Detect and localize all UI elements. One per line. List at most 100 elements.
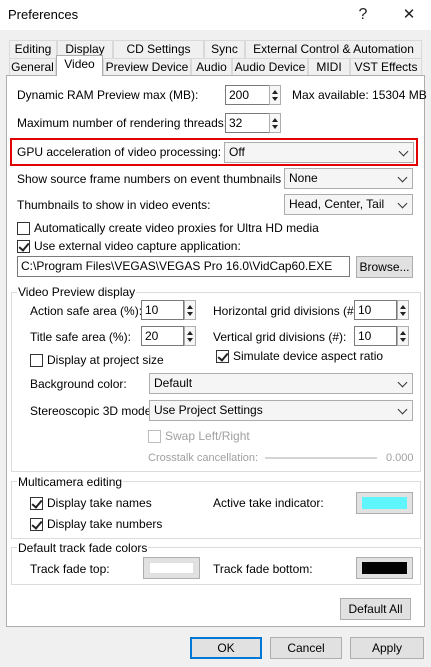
display-project-size-label: Display at project size xyxy=(47,353,164,367)
vgrid-label: Vertical grid divisions (#): xyxy=(213,330,347,344)
take-numbers-label: Display take numbers xyxy=(47,517,163,531)
help-button[interactable]: ? xyxy=(350,3,376,27)
multicam-group-title: Multicamera editing xyxy=(17,475,124,489)
close-button[interactable]: ✕ xyxy=(396,3,422,27)
take-names-label: Display take names xyxy=(47,496,152,510)
tab-audio-device[interactable]: Audio Device xyxy=(232,58,308,76)
ok-button[interactable]: OK xyxy=(190,637,262,659)
chevron-down-icon xyxy=(397,172,408,183)
spin-down-icon xyxy=(272,125,278,129)
vgrid-input[interactable]: 10 xyxy=(354,326,397,346)
take-names-checkbox[interactable] xyxy=(30,497,43,510)
source-frames-value: None xyxy=(289,171,318,185)
thumbnails-value: Head, Center, Tail xyxy=(289,197,385,211)
cancel-button[interactable]: Cancel xyxy=(270,637,342,659)
chevron-down-icon xyxy=(398,146,409,157)
capture-path-input[interactable]: C:\Program Files\VEGAS\VEGAS Pro 16.0\Vi… xyxy=(17,256,350,277)
title-safe-input[interactable]: 20 xyxy=(141,326,184,346)
max-available-label: Max available: 15304 MB xyxy=(292,88,427,102)
background-color-value: Default xyxy=(154,376,193,390)
ram-preview-spinner[interactable] xyxy=(269,85,281,105)
proxies-label: Automatically create video proxies for U… xyxy=(34,221,319,235)
threads-input[interactable]: 32 xyxy=(225,113,270,133)
active-take-label: Active take indicator: xyxy=(213,496,324,510)
tab-audio[interactable]: Audio xyxy=(191,58,232,76)
browse-button[interactable]: Browse... xyxy=(356,256,413,278)
thumbnails-select[interactable]: Head, Center, Tail xyxy=(284,194,413,215)
tab-sync[interactable]: Sync xyxy=(204,40,245,58)
tab-general[interactable]: General xyxy=(9,58,56,76)
fade-bottom-color-button[interactable] xyxy=(356,557,413,579)
action-safe-spinner[interactable] xyxy=(184,300,196,320)
crosstalk-slider-track[interactable] xyxy=(265,457,377,459)
active-take-color-button[interactable] xyxy=(356,492,413,514)
take-numbers-checkbox[interactable] xyxy=(30,518,43,531)
threads-label: Maximum number of rendering threads: xyxy=(17,116,228,130)
tab-video[interactable]: Video xyxy=(56,55,103,76)
spin-up-icon xyxy=(272,90,278,94)
gpu-label: GPU acceleration of video processing: xyxy=(17,145,222,159)
source-frames-select[interactable]: None xyxy=(284,168,413,189)
stereo-3d-label: Stereoscopic 3D mode: xyxy=(30,404,155,418)
spin-down-icon xyxy=(400,312,406,316)
spin-down-icon xyxy=(187,338,193,342)
spin-down-icon xyxy=(187,312,193,316)
video-preview-group-title: Video Preview display xyxy=(17,285,137,299)
thumbnails-label: Thumbnails to show in video events: xyxy=(17,198,211,212)
spin-down-icon xyxy=(272,97,278,101)
stereo-3d-value: Use Project Settings xyxy=(154,403,263,417)
tab-external-control[interactable]: External Control & Automation xyxy=(245,40,422,58)
tab-vst-effects[interactable]: VST Effects xyxy=(350,58,422,76)
threads-spinner[interactable] xyxy=(269,113,281,133)
chevron-down-icon xyxy=(397,377,408,388)
tab-editing[interactable]: Editing xyxy=(9,40,57,58)
swap-left-right-label: Swap Left/Right xyxy=(165,429,250,443)
default-all-button[interactable]: Default All xyxy=(340,598,411,620)
window-title: Preferences xyxy=(8,7,79,22)
fade-top-swatch xyxy=(149,562,194,574)
title-safe-label: Title safe area (%): xyxy=(30,330,131,344)
active-take-swatch xyxy=(362,497,407,509)
fade-bottom-swatch xyxy=(362,562,407,574)
chevron-down-icon xyxy=(397,198,408,209)
proxies-checkbox[interactable] xyxy=(17,222,30,235)
ram-preview-input[interactable]: 200 xyxy=(225,85,270,105)
chevron-down-icon xyxy=(397,404,408,415)
hgrid-input[interactable]: 10 xyxy=(354,300,397,320)
action-safe-input[interactable]: 10 xyxy=(141,300,184,320)
tab-midi[interactable]: MIDI xyxy=(308,58,350,76)
tab-cd-settings[interactable]: CD Settings xyxy=(113,40,204,58)
background-color-select[interactable]: Default xyxy=(149,373,413,394)
simulate-aspect-label: Simulate device aspect ratio xyxy=(233,349,384,363)
fade-top-color-button[interactable] xyxy=(143,557,200,579)
title-safe-spinner[interactable] xyxy=(184,326,196,346)
apply-button[interactable]: Apply xyxy=(350,637,424,659)
display-project-size-checkbox[interactable] xyxy=(30,354,43,367)
external-capture-label: Use external video capture application: xyxy=(34,239,241,253)
stereo-3d-select[interactable]: Use Project Settings xyxy=(149,400,413,421)
gpu-select-value: Off xyxy=(229,145,245,159)
vgrid-spinner[interactable] xyxy=(397,326,409,346)
track-fade-group-title: Default track fade colors xyxy=(17,541,149,555)
spin-up-icon xyxy=(187,305,193,309)
fade-bottom-label: Track fade bottom: xyxy=(213,562,313,576)
gpu-select[interactable]: Off xyxy=(224,142,414,163)
background-color-label: Background color: xyxy=(30,377,127,391)
tab-preview-device[interactable]: Preview Device xyxy=(103,58,191,76)
crosstalk-value: 0.000 xyxy=(386,452,414,464)
simulate-aspect-checkbox[interactable] xyxy=(216,350,229,363)
fade-top-label: Track fade top: xyxy=(30,562,110,576)
spin-up-icon xyxy=(187,331,193,335)
action-safe-label: Action safe area (%): xyxy=(30,304,143,318)
spin-up-icon xyxy=(400,305,406,309)
external-capture-checkbox[interactable] xyxy=(17,240,30,253)
hgrid-spinner[interactable] xyxy=(397,300,409,320)
hgrid-label: Horizontal grid divisions (#): xyxy=(213,304,362,318)
crosstalk-label: Crosstalk cancellation: xyxy=(148,452,259,464)
source-frames-label: Show source frame numbers on event thumb… xyxy=(17,172,301,186)
title-bar: Preferences ? ✕ xyxy=(0,0,431,30)
ram-preview-label: Dynamic RAM Preview max (MB): xyxy=(17,88,199,102)
spin-down-icon xyxy=(400,338,406,342)
spin-up-icon xyxy=(272,118,278,122)
swap-left-right-checkbox[interactable] xyxy=(148,430,161,443)
